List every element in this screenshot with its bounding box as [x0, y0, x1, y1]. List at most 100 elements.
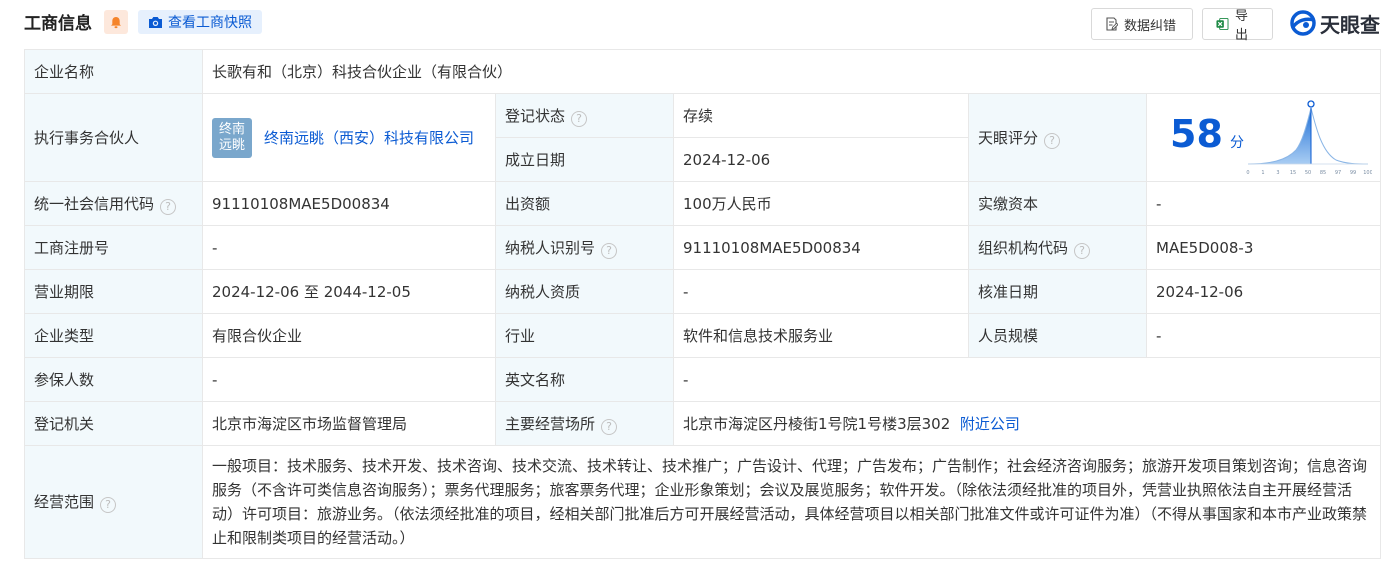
main-premises-label: 主要经营场所	[505, 414, 596, 433]
score-curve-filled	[1248, 108, 1311, 164]
taxpayer-id-label-cell: 纳税人识别号?	[495, 225, 674, 270]
score-tick-labels: 0 1 3 15 50 85 97 99 100	[1246, 170, 1372, 176]
main-premises-cell: 北京市海淀区丹棱街1号院1号楼3层302 附近公司	[672, 401, 1382, 446]
company-type-value: 有限合伙企业	[202, 313, 496, 358]
score-tick-label: 85	[1320, 170, 1326, 176]
executive-partner-label: 执行事务合伙人	[24, 93, 203, 182]
taxpayer-id-value: 91110108MAE5D00834	[673, 225, 969, 270]
tianyan-score-label: 天眼评分	[978, 128, 1039, 147]
section-title: 工商信息	[24, 14, 92, 34]
data-correct-label: 数据纠错	[1124, 18, 1177, 34]
question-circle-icon[interactable]: ?	[100, 497, 117, 513]
question-circle-icon[interactable]: ?	[160, 198, 177, 215]
follow-button[interactable]	[104, 10, 128, 34]
question-circle-icon[interactable]: ?	[601, 242, 618, 259]
business-term-label: 营业期限	[24, 269, 203, 314]
bell-icon	[111, 16, 121, 28]
main-premises-value: 北京市海淀区丹棱街1号院1号楼3层302	[683, 415, 951, 433]
main-premises-label-cell: 主要经营场所?	[495, 401, 674, 446]
company-name-value: 长歌有和（北京）科技合伙企业（有限合伙）	[201, 49, 1382, 94]
table-row: 统一社会信用代码? 91110108MAE5D00834 出资额 100万人民币…	[24, 181, 1382, 226]
company-type-label: 企业类型	[24, 313, 203, 358]
established-value: 2024-12-06	[673, 137, 969, 182]
reg-number-label: 工商注册号	[24, 225, 203, 270]
score-tick-label: 99	[1350, 170, 1356, 176]
staff-size-label: 人员规模	[968, 313, 1147, 358]
credit-code-value: 91110108MAE5D00834	[202, 181, 496, 226]
export-label: 导出	[1234, 9, 1248, 43]
score-tick-label: 1	[1261, 170, 1264, 176]
executive-partner-link[interactable]: 终南远眺（西安）科技有限公司	[264, 127, 474, 148]
established-label: 成立日期	[495, 137, 674, 182]
reg-status-label-cell: 登记状态?	[495, 93, 674, 138]
approval-date-value: 2024-12-06	[1145, 269, 1382, 314]
excel-icon	[1216, 17, 1229, 31]
table-row: 参保人数 - 英文名称 -	[24, 357, 1382, 402]
paid-capital-value: -	[1145, 181, 1382, 226]
industry-label: 行业	[495, 313, 674, 358]
score-unit: 分	[1230, 135, 1244, 151]
score-tick-label: 100	[1363, 170, 1372, 176]
table-row: 企业类型 有限合伙企业 行业 软件和信息技术服务业 人员规模 -	[24, 313, 1382, 358]
question-circle-icon[interactable]: ?	[1074, 242, 1091, 259]
org-code-value: MAE5D008-3	[1145, 225, 1382, 270]
capital-contrib-value: 100万人民币	[673, 181, 969, 226]
score-tick-label: 3	[1276, 170, 1279, 176]
score-value: 58	[1170, 112, 1223, 156]
paid-capital-label: 实缴资本	[968, 181, 1147, 226]
english-name-label: 英文名称	[495, 357, 674, 402]
table-row: 执行事务合伙人 终南 远眺 终南远眺（西安）科技有限公司 登记状态? 存续 天眼…	[24, 93, 1382, 182]
industry-value: 软件和信息技术服务业	[673, 313, 969, 358]
score-tick-label: 15	[1290, 170, 1296, 176]
org-code-label-cell: 组织机构代码?	[968, 225, 1147, 270]
table-row: 企业名称 长歌有和（北京）科技合伙企业（有限合伙）	[24, 49, 1382, 94]
reg-authority-value: 北京市海淀区市场监督管理局	[202, 401, 496, 446]
camera-icon	[149, 16, 162, 28]
nearby-companies-link[interactable]: 附近公司	[960, 415, 1020, 433]
question-circle-icon[interactable]: ?	[571, 110, 588, 127]
score-tick-label: 0	[1246, 170, 1249, 176]
brand-name: 天眼查	[1320, 12, 1380, 37]
tianyan-score-cell[interactable]: 58 分 0 1 3 15 50 85 97 99 100	[1145, 93, 1382, 182]
partner-logo-line2: 远眺	[218, 137, 245, 153]
reg-status-label: 登记状态	[505, 106, 566, 125]
approval-date-label: 核准日期	[968, 269, 1147, 314]
taxpayer-id-label: 纳税人识别号	[505, 238, 596, 257]
data-correct-button[interactable]: 数据纠错	[1091, 8, 1193, 40]
taxpayer-qual-value: -	[673, 269, 969, 314]
business-term-value: 2024-12-06 至 2044-12-05	[202, 269, 496, 314]
reg-status-value: 存续	[673, 93, 969, 138]
business-scope-label-cell: 经营范围?	[24, 445, 203, 559]
table-row: 营业期限 2024-12-06 至 2044-12-05 纳税人资质 - 核准日…	[24, 269, 1382, 314]
company-name-label: 企业名称	[24, 49, 203, 94]
insured-value: -	[202, 357, 496, 402]
question-circle-icon[interactable]: ?	[601, 418, 618, 435]
score-tick-label: 97	[1335, 170, 1341, 176]
snapshot-label: 查看工商快照	[168, 15, 252, 31]
partner-logo[interactable]: 终南 远眺	[212, 117, 252, 158]
score-tick-label: 50	[1305, 170, 1311, 176]
reg-number-value: -	[202, 225, 496, 270]
reg-authority-label: 登记机关	[24, 401, 203, 446]
credit-code-label-cell: 统一社会信用代码?	[24, 181, 203, 226]
capital-contrib-label: 出资额	[495, 181, 674, 226]
insured-label: 参保人数	[24, 357, 203, 402]
business-scope-value: 一般项目：技术服务、技术开发、技术咨询、技术交流、技术转让、技术推广；广告设计、…	[201, 445, 1382, 559]
section-header: 工商信息 查看工商快照 数据纠错 导出 天眼查	[0, 0, 1398, 44]
credit-code-label: 统一社会信用代码	[34, 194, 155, 213]
org-code-label: 组织机构代码	[978, 238, 1069, 257]
table-row: 登记机关 北京市海淀区市场监督管理局 主要经营场所? 北京市海淀区丹棱街1号院1…	[24, 401, 1382, 446]
question-circle-icon[interactable]: ?	[1044, 132, 1061, 149]
document-edit-icon	[1106, 17, 1118, 31]
brand-logo: 天眼查	[1290, 8, 1380, 38]
table-row: 工商注册号 - 纳税人识别号? 91110108MAE5D00834 组织机构代…	[24, 225, 1382, 270]
partner-logo-line1: 终南	[218, 121, 245, 137]
staff-size-value: -	[1145, 313, 1382, 358]
score-marker-dot	[1307, 100, 1315, 108]
score-distribution-chart: 0 1 3 15 50 85 97 99 100	[1246, 100, 1372, 176]
taxpayer-qual-label: 纳税人资质	[495, 269, 674, 314]
business-info-table: 企业名称 长歌有和（北京）科技合伙企业（有限合伙） 执行事务合伙人 终南 远眺 …	[24, 49, 1382, 559]
export-button[interactable]: 导出	[1202, 8, 1273, 43]
table-row: 经营范围? 一般项目：技术服务、技术开发、技术咨询、技术交流、技术转让、技术推广…	[24, 445, 1382, 559]
snapshot-button[interactable]: 查看工商快照	[138, 10, 262, 34]
